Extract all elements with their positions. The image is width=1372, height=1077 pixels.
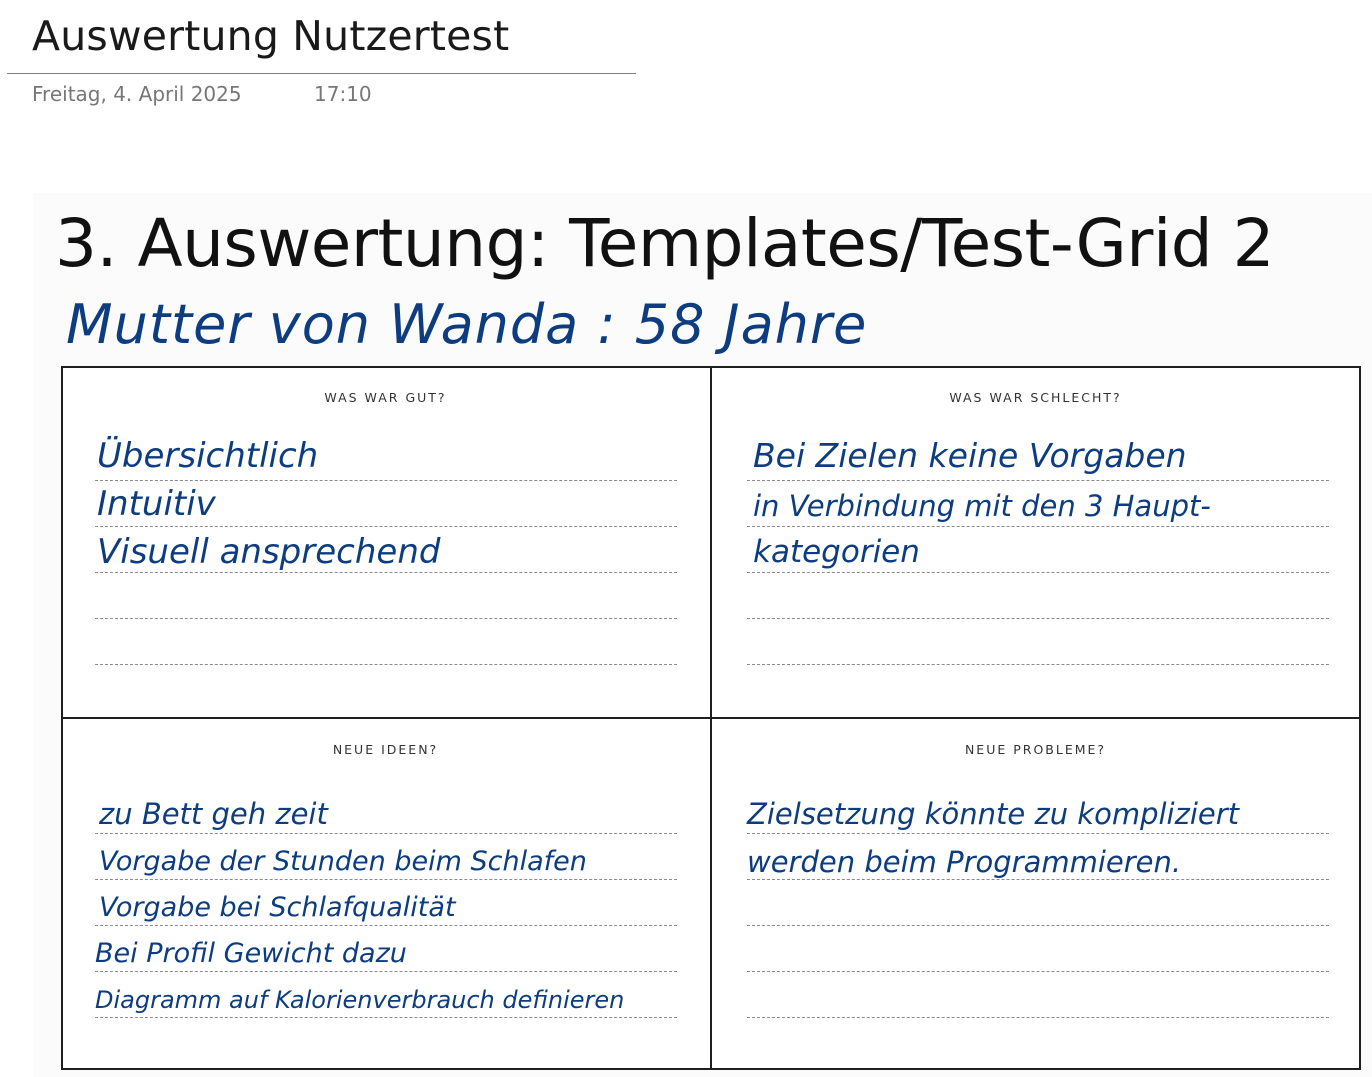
problem-entry: werden beim Programmieren. xyxy=(747,845,1182,879)
writing-line xyxy=(95,618,677,619)
quadrant-label-good: WAS WAR GUT? xyxy=(324,390,447,405)
good-entry: Übersichtlich xyxy=(97,436,319,476)
idea-entry: zu Bett geh zeit xyxy=(99,797,328,831)
page-title[interactable]: Auswertung Nutzertest xyxy=(32,12,509,60)
quadrant-good[interactable]: WAS WAR GUT? Übersichtlich Intuitiv Visu… xyxy=(61,366,710,716)
writing-line xyxy=(747,1017,1329,1018)
bad-entry: kategorien xyxy=(753,534,920,570)
writing-line xyxy=(747,480,1329,481)
idea-entry: Bei Profil Gewicht dazu xyxy=(95,938,407,969)
quadrant-ideas[interactable]: NEUE IDEEN? zu Bett geh zeit Vorgabe der… xyxy=(61,718,710,1068)
writing-line xyxy=(747,925,1329,926)
quadrant-label-ideas: NEUE IDEEN? xyxy=(332,742,439,757)
page-time: 17:10 xyxy=(314,82,372,106)
quadrant-bad[interactable]: WAS WAR SCHLECHT? Bei Zielen keine Vorga… xyxy=(711,366,1360,716)
writing-line xyxy=(95,526,677,527)
writing-line xyxy=(95,572,677,573)
idea-entry: Vorgabe bei Schlafqualität xyxy=(99,892,456,923)
bad-entry: Bei Zielen keine Vorgaben xyxy=(753,436,1187,475)
participant-note[interactable]: Mutter von Wanda : 58 Jahre xyxy=(66,293,867,356)
writing-line xyxy=(747,618,1329,619)
quadrant-label-bad: WAS WAR SCHLECHT? xyxy=(949,390,1122,405)
good-entry: Intuitiv xyxy=(97,484,216,524)
section-heading[interactable]: 3. Auswertung: Templates/Test-Grid 2 xyxy=(55,205,1275,282)
bad-entry: in Verbindung mit den 3 Haupt- xyxy=(753,489,1211,523)
writing-line xyxy=(747,971,1329,972)
writing-line xyxy=(95,480,677,481)
writing-line xyxy=(95,664,677,665)
problem-entry: Zielsetzung könnte zu kompliziert xyxy=(747,797,1240,831)
good-entry: Visuell ansprechend xyxy=(97,532,441,572)
quadrant-label-problems: NEUE PROBLEME? xyxy=(964,742,1107,757)
title-divider xyxy=(7,73,636,74)
writing-line xyxy=(747,526,1329,527)
writing-line xyxy=(747,664,1329,665)
idea-entry: Vorgabe der Stunden beim Schlafen xyxy=(99,846,587,877)
page-date: Freitag, 4. April 2025 xyxy=(32,82,242,106)
writing-line xyxy=(747,572,1329,573)
quadrant-problems[interactable]: NEUE PROBLEME? Zielsetzung könnte zu kom… xyxy=(711,718,1360,1068)
idea-entry: Diagramm auf Kalorienverbrauch definiere… xyxy=(95,986,625,1014)
